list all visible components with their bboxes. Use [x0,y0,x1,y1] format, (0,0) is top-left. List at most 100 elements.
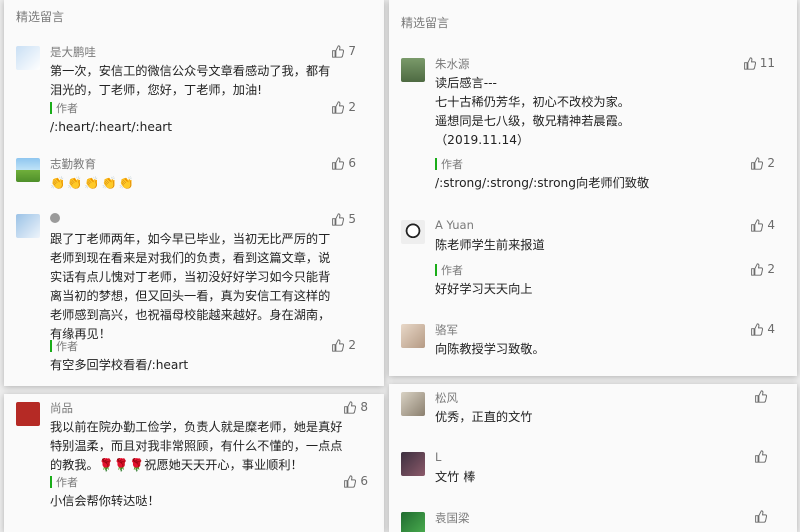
reply-text: /:strong/:strong/:strong向老师们致敬 [435,176,650,190]
reply-like-button[interactable]: 6 [343,474,368,488]
comment-text: 跟了丁老师两年，如今早已毕业，当初无比严厉的丁老师到现在看来是对我们的负责，看到… [50,232,331,341]
comment-item: 5 跟了丁老师两年，如今早已毕业，当初无比严厉的丁老师到现在看来是对我们的负责，… [16,212,356,372]
commenter-name: 骆军 [435,323,458,337]
comments-card-left-bottom: 尚品 8 我以前在院办勤工俭学，负责人就是糜老师，她是真好特别温柔，而且对我非常… [4,394,384,532]
like-count: 2 [767,156,775,170]
comment-item: A Yuan 4 陈老师学生前来报道 作者 2 好好学习天天向上 [401,218,775,298]
author-label: 作者 [441,264,463,277]
author-label: 作者 [56,102,78,115]
like-button[interactable]: 7 [331,44,356,58]
thumbs-up-icon [332,100,345,114]
thumbs-up-icon [751,322,764,336]
avatar[interactable] [16,46,40,70]
like-count: 4 [767,322,775,336]
comment-text: 优秀，正直的文竹 [435,410,533,424]
like-button[interactable]: 8 [343,400,368,414]
thumbs-up-icon [332,156,345,170]
like-count: 4 [767,218,775,232]
like-button[interactable]: 5 [331,212,356,226]
comment-item: 袁国梁 [401,510,771,532]
thumbs-up-icon [332,338,345,352]
reply-like-button[interactable]: 2 [331,100,356,114]
like-count: 8 [360,400,368,414]
author-label: 作者 [441,158,463,171]
thumbs-up-icon [751,156,764,170]
section-title: 精选留言 [401,16,450,30]
reply-text: 好好学习天天向上 [435,282,533,296]
like-count: 2 [767,262,775,276]
like-count: 6 [360,474,368,488]
commenter-name: L [435,450,442,464]
avatar[interactable] [16,214,40,238]
like-button[interactable] [754,510,771,523]
thumbs-up-icon [755,450,767,463]
like-count: 2 [348,100,356,114]
like-button[interactable] [754,450,771,463]
thumbs-up-icon [344,474,357,488]
reply-like-button[interactable]: 2 [750,262,775,276]
like-button[interactable]: 4 [750,218,775,232]
avatar[interactable] [401,324,425,348]
thumbs-up-icon [332,212,345,226]
author-reply-bar [50,340,52,352]
like-button[interactable]: 4 [750,322,775,336]
comments-card-left-top: 精选留言 是大鹏哇 7 第一次，安信工的微信公众号文章看感动了我，都有泪光的，丁… [4,0,384,386]
avatar[interactable] [401,220,425,244]
comment-item: 朱水源 11 读后感言--- 七十古稀仍芳华，初心不改校为家。 遥想同是七八级，… [401,56,775,196]
like-count: 6 [348,156,356,170]
comment-text: 向陈教授学习致敬。 [435,342,545,356]
comment-text: 我以前在院办勤工俭学，负责人就是糜老师，她是真好特别温柔，而且对我非常照顾，有什… [50,420,343,472]
thumbs-up-icon [332,44,345,58]
commenter-name: 袁国梁 [435,511,470,525]
reply-text: 小信会帮你转达哒！ [50,494,160,508]
thumbs-up-icon [344,400,357,414]
like-count: 2 [348,338,356,352]
author-label: 作者 [56,476,78,489]
reply-like-button[interactable]: 2 [750,156,775,170]
like-count: 5 [348,212,356,226]
avatar[interactable] [401,392,425,416]
comment-item: 松风 优秀，正直的文竹 [401,390,771,434]
commenter-name: 松风 [435,391,458,405]
comment-text: 陈老师学生前来报道 [435,238,545,252]
commenter-name: 尚品 [50,401,73,415]
like-button[interactable]: 11 [743,56,775,70]
thumbs-up-icon [755,390,767,403]
comment-item: 志勤教育 6 👏👏👏👏👏 [16,156,356,196]
comment-item: 尚品 8 我以前在院办勤工俭学，负责人就是糜老师，她是真好特别温柔，而且对我非常… [16,400,368,520]
section-title: 精选留言 [16,10,65,24]
author-label: 作者 [56,340,78,353]
author-reply-bar [435,264,437,276]
avatar[interactable] [16,158,40,182]
comments-card-right-bottom: 松风 优秀，正直的文竹 L 文竹 棒 袁国梁 [389,384,797,532]
commenter-name: 朱水源 [435,57,470,71]
commenter-name: 是大鹏哇 [50,45,96,59]
author-reply-bar [435,158,437,170]
like-button[interactable] [754,390,771,403]
author-reply-bar [50,102,52,114]
comment-text: 读后感言--- 七十古稀仍芳华，初心不改校为家。 遥想同是七八级，敬兄精神若晨霞… [435,76,630,147]
like-count: 11 [759,56,775,70]
thumbs-up-icon [751,218,764,232]
comment-item: L 文竹 棒 [401,450,771,494]
commenter-name: A Yuan [435,218,474,232]
like-count: 7 [348,44,356,58]
author-reply-bar [50,476,52,488]
avatar[interactable] [401,512,425,532]
comment-text: 👏👏👏👏👏 [50,176,136,190]
commenter-name: 志勤教育 [50,157,96,171]
thumbs-up-icon [743,56,756,70]
reply-text: /:heart/:heart/:heart [50,120,173,134]
comment-text: 第一次，安信工的微信公众号文章看感动了我，都有泪光的，丁老师，您好，丁老师，加油… [50,64,331,97]
avatar[interactable] [16,402,40,426]
comments-card-right-top: 精选留言 朱水源 11 读后感言--- 七十古稀仍芳华，初心不改校为家。 遥想同… [389,0,797,376]
comment-item: 骆军 4 向陈教授学习致敬。 [401,322,775,366]
thumbs-up-icon [751,262,764,276]
comment-item: 是大鹏哇 7 第一次，安信工的微信公众号文章看感动了我，都有泪光的，丁老师，您好… [16,44,356,139]
reply-like-button[interactable]: 2 [331,338,356,352]
avatar[interactable] [401,452,425,476]
thumbs-up-icon [755,510,767,523]
avatar[interactable] [401,58,425,82]
comment-text: 文竹 棒 [435,470,476,484]
like-button[interactable]: 6 [331,156,356,170]
